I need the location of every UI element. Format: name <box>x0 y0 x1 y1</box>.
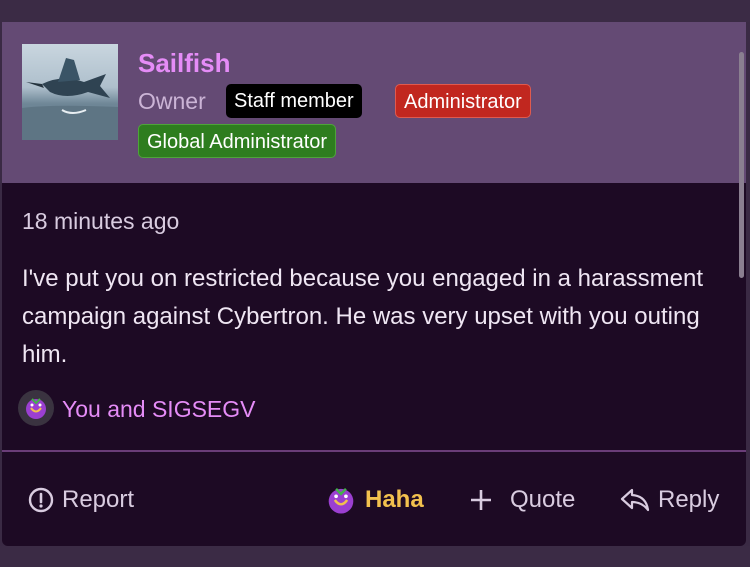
haha-label: Haha <box>365 486 424 513</box>
administrator-badge: Administrator <box>395 84 531 118</box>
haha-emoji-icon <box>18 390 54 426</box>
quote-label: Quote <box>510 486 576 513</box>
post-card: Sailfish Owner Staff member Administrato… <box>2 22 746 546</box>
user-title: Owner <box>138 88 206 114</box>
post-timestamp[interactable]: 18 minutes ago <box>22 208 179 235</box>
quote-button[interactable]: Quote <box>468 478 575 522</box>
footer-divider <box>2 450 746 452</box>
avatar[interactable] <box>22 44 118 140</box>
username[interactable]: Sailfish <box>138 48 230 79</box>
sailfish-avatar-image <box>22 58 118 140</box>
alert-circle-icon <box>28 487 54 513</box>
scrollbar[interactable] <box>739 52 744 278</box>
reply-button[interactable]: Reply <box>620 478 719 522</box>
post-author-header: Sailfish Owner Staff member Administrato… <box>2 22 746 183</box>
report-label: Report <box>62 486 135 513</box>
report-button[interactable]: Report <box>28 478 134 522</box>
global-administrator-badge: Global Administrator <box>138 124 337 158</box>
staff-member-badge: Staff member <box>226 84 362 118</box>
reply-arrow-icon <box>620 488 650 512</box>
haha-reaction-button[interactable]: Haha <box>325 478 424 522</box>
reactions-names[interactable]: You and SIGSEGV <box>62 396 256 423</box>
post-message: I've put you on restricted because you e… <box>22 265 704 368</box>
page-bottom-strip <box>0 546 750 567</box>
haha-emoji-icon <box>328 488 354 514</box>
page-top-strip <box>0 0 750 22</box>
reply-label: Reply <box>658 486 720 513</box>
plus-icon <box>471 490 491 510</box>
